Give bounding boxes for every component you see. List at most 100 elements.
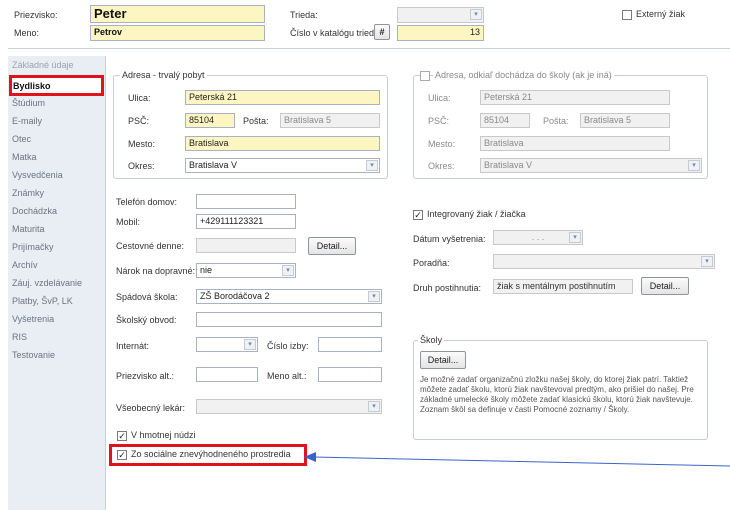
sidebar-item-study[interactable]: Štúdium <box>12 98 45 108</box>
chevron-down-icon: ▾ <box>470 9 482 20</box>
alt-post-field[interactable]: Bratislava 5 <box>580 113 670 128</box>
sidebar-item-father[interactable]: Otec <box>12 134 31 144</box>
integrated-checkbox[interactable]: ✓ <box>413 210 423 220</box>
street-label: Ulica: <box>128 93 151 103</box>
sidebar-item-mother[interactable]: Matka <box>12 152 37 162</box>
sidebar-item-graduation[interactable]: Maturita <box>12 224 45 234</box>
alt-street-field[interactable]: Peterská 21 <box>480 90 670 105</box>
chevron-down-icon: ▾ <box>688 160 700 171</box>
sidebar-item-grades[interactable]: Známky <box>12 188 44 198</box>
disability-label: Druh postihnutia: <box>413 283 482 293</box>
chevron-down-icon: ▾ <box>244 339 256 350</box>
sidebar-item-ris[interactable]: RIS <box>12 332 27 342</box>
sidebar-item-testing[interactable]: Testovanie <box>12 350 55 360</box>
zip-label: PSČ: <box>128 116 150 126</box>
post-field[interactable]: Bratislava 5 <box>280 113 380 128</box>
disability-field[interactable]: žiak s mentálnym postihnutím <box>493 279 633 294</box>
alt-district-select[interactable]: Bratislava V ▾ <box>480 158 702 173</box>
sidebar-item-basic[interactable]: Základné údaje <box>12 60 74 70</box>
catalog-number-field[interactable]: 13 <box>397 25 484 41</box>
doctor-select[interactable]: ▾ <box>196 399 382 414</box>
class-select[interactable]: ▾ <box>397 7 484 23</box>
name-label: Meno: <box>14 28 40 38</box>
surname-alt-field[interactable] <box>196 367 258 382</box>
advisory-select[interactable]: ▾ <box>493 254 715 269</box>
room-field[interactable] <box>318 337 382 352</box>
school-label: Spádová škola: <box>116 292 178 302</box>
schools-group-title: Školy <box>418 335 445 345</box>
school-select[interactable]: ZŠ Borodáčova 2 ▾ <box>196 289 382 304</box>
boarding-select[interactable]: ▾ <box>196 337 258 352</box>
room-label: Číslo izby: <box>267 341 309 351</box>
material-need-label: V hmotnej núdzi <box>131 430 196 440</box>
alt-street-label: Ulica: <box>428 93 451 103</box>
catalog-label: Číslo v katalógu triedy: <box>290 28 382 38</box>
schools-detail-button[interactable]: Detail... <box>420 351 466 369</box>
chevron-down-icon: ▾ <box>701 256 713 267</box>
surname-field[interactable]: Peter <box>90 5 265 23</box>
alt-address-checkbox[interactable] <box>420 71 430 81</box>
sidebar-item-emails[interactable]: E-maily <box>12 116 42 126</box>
arrowhead-icon <box>304 452 316 462</box>
name-field[interactable]: Petrov <box>90 25 265 41</box>
phone-home-label: Telefón domov: <box>116 197 178 207</box>
alt-address-title: Adresa, odkiaľ dochádza do školy (ak je … <box>433 70 614 80</box>
arrow-line <box>313 456 730 467</box>
sidebar-item-attendance[interactable]: Dochádzka <box>12 206 57 216</box>
material-need-checkbox[interactable]: ✓ <box>117 431 127 441</box>
name-alt-field[interactable] <box>318 367 382 382</box>
boarding-label: Internát: <box>116 341 150 351</box>
sidebar-item-examinations[interactable]: Vyšetrenia <box>12 314 54 324</box>
district-label: Okres: <box>128 161 155 171</box>
sidebar-item-residence-highlighted[interactable]: Bydlisko <box>13 81 51 91</box>
social-label: Zo sociálne znevýhodneného prostredia <box>131 449 291 459</box>
surname-alt-label: Priezvisko alt.: <box>116 371 175 381</box>
surname-label: Priezvisko: <box>14 10 58 20</box>
phone-home-field[interactable] <box>196 194 296 209</box>
external-label: Externý žiak <box>636 9 686 19</box>
district-school-label: Školský obvod: <box>116 315 177 325</box>
doctor-label: Všeobecný lekár: <box>116 403 186 413</box>
mobile-label: Mobil: <box>116 217 141 227</box>
arrow-indicator <box>304 452 730 467</box>
social-checkbox[interactable]: ✓ <box>117 450 127 460</box>
chevron-down-icon: ▾ <box>366 160 378 171</box>
school-district-field[interactable] <box>196 312 382 327</box>
district-select[interactable]: Bratislava V ▾ <box>185 158 380 173</box>
alt-zip-field[interactable]: 85104 <box>480 113 530 128</box>
exam-date-field[interactable]: . . . ▾ <box>493 230 583 245</box>
sidebar: Základné údaje Bydlisko Štúdium E-maily … <box>8 56 106 510</box>
travel-field[interactable] <box>196 238 296 253</box>
calendar-dropdown-icon: ▾ <box>569 232 581 243</box>
sidebar-item-archive[interactable]: Archív <box>12 260 38 270</box>
name-alt-label: Meno alt.: <box>267 371 307 381</box>
header-divider <box>8 48 730 49</box>
external-checkbox[interactable] <box>622 10 632 20</box>
chevron-down-icon: ▾ <box>368 291 380 302</box>
travel-detail-button[interactable]: Detail... <box>308 237 356 255</box>
alt-city-field[interactable]: Bratislava <box>480 136 670 151</box>
sidebar-item-certificates[interactable]: Vysvedčenia <box>12 170 63 180</box>
sidebar-item-admissions[interactable]: Prijímačky <box>12 242 54 252</box>
chevron-down-icon: ▾ <box>368 401 380 412</box>
sidebar-item-interest-education[interactable]: Záuj. vzdelávanie <box>12 278 82 288</box>
mobile-field[interactable]: +429111123321 <box>196 214 296 229</box>
post-label: Pošta: <box>243 116 269 126</box>
advisory-label: Poradňa: <box>413 258 450 268</box>
disability-detail-button[interactable]: Detail... <box>641 277 689 295</box>
integrated-label: Integrovaný žiak / žiačka <box>427 209 526 219</box>
alt-city-label: Mesto: <box>428 139 456 149</box>
chevron-down-icon: ▾ <box>282 265 294 276</box>
class-label: Trieda: <box>290 10 318 20</box>
zip-field[interactable]: 85104 <box>185 113 235 128</box>
alt-post-label: Pošta: <box>543 116 569 126</box>
transport-label: Nárok na dopravné: <box>116 266 196 276</box>
sidebar-item-payments[interactable]: Platby, ŠvP, LK <box>12 296 73 306</box>
city-field[interactable]: Bratislava <box>185 136 380 151</box>
alt-district-label: Okres: <box>428 161 455 171</box>
catalog-hash-button[interactable]: # <box>374 24 390 40</box>
exam-date-label: Dátum vyšetrenia: <box>413 234 486 244</box>
city-label: Mesto: <box>128 139 156 149</box>
street-field[interactable]: Peterská 21 <box>185 90 380 105</box>
transport-select[interactable]: nie ▾ <box>196 263 296 278</box>
